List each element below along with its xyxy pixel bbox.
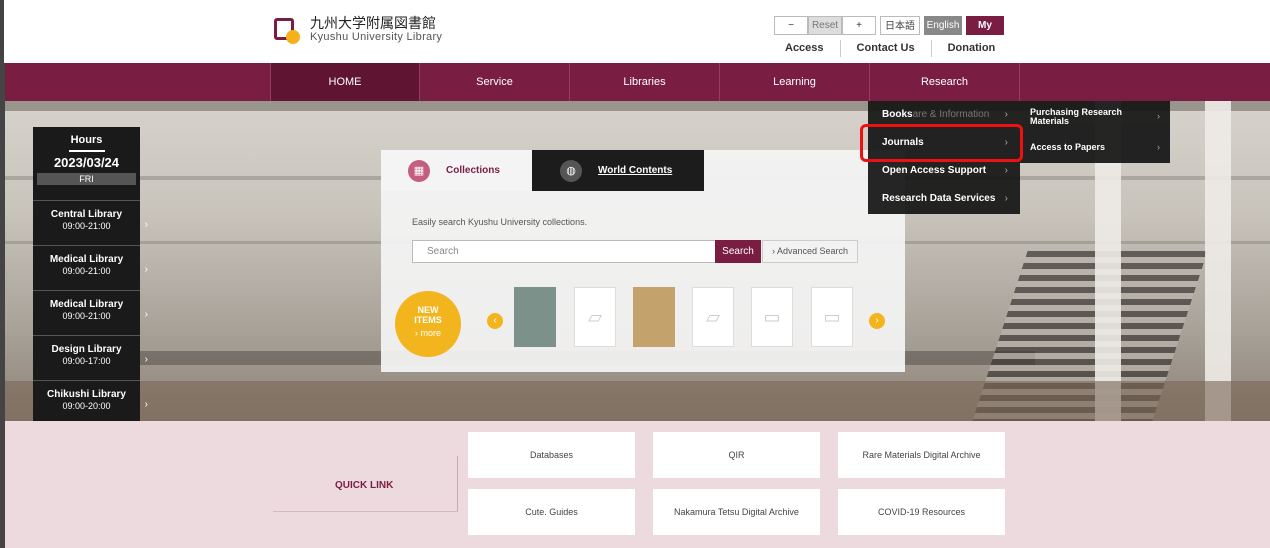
- logo-title-jp: 九州大学附属図書館: [310, 15, 436, 32]
- hours-date: 2023/03/24: [53, 155, 120, 170]
- main-nav: HOME Service Libraries Learning Research: [5, 63, 1270, 101]
- library-hours-medical-2[interactable]: Medical Library 09:00-21:00 ›: [33, 290, 148, 335]
- quick-links-section: QUICK LINK Databases QIR Rare Materials …: [5, 421, 1270, 548]
- collections-search-panel: ▦ Collections ◍ World Contents Easily se…: [381, 150, 905, 372]
- new-items-more-link[interactable]: › more: [395, 328, 461, 338]
- site-header: 九州大学附属図書館 Kyushu University Library − Re…: [0, 0, 1270, 63]
- chevron-right-icon: ›: [1157, 142, 1160, 152]
- book-placeholder-icon[interactable]: ▭: [751, 287, 793, 347]
- quick-link-qir[interactable]: QIR: [653, 432, 820, 478]
- quick-link-rare-materials[interactable]: Rare Materials Digital Archive: [838, 432, 1005, 478]
- logo-mark-icon: [274, 16, 302, 44]
- language-switch: 日本語 English My Page: [880, 16, 1004, 50]
- chevron-right-icon: ›: [1004, 193, 1008, 204]
- mypage-button[interactable]: My Page: [966, 16, 1004, 50]
- site-logo[interactable]: 九州大学附属図書館 Kyushu University Library: [274, 16, 442, 44]
- hours-title: Hours: [70, 134, 103, 146]
- opening-hours-panel: Hours 2023/03/24 FRI Central Library 09:…: [33, 127, 148, 425]
- research-submenu: Purchasing Research Materials › Access t…: [1020, 101, 1170, 163]
- quick-link-title: QUICK LINK: [335, 480, 394, 491]
- collections-icon: ▦: [408, 159, 430, 182]
- book-placeholder-icon[interactable]: ▭: [811, 287, 853, 347]
- book-placeholder-icon[interactable]: ▱: [692, 287, 734, 347]
- chevron-right-icon: ›: [144, 219, 148, 230]
- tab-collections[interactable]: ▦ Collections: [381, 150, 532, 191]
- logo-title-en: Kyushu University Library: [310, 30, 443, 43]
- library-hours-central[interactable]: Central Library 09:00-21:00 ›: [33, 200, 148, 245]
- chevron-right-icon: ›: [144, 264, 148, 275]
- new-items-badge[interactable]: NEW ITEMS › more: [395, 291, 461, 357]
- donation-link[interactable]: Donation: [932, 40, 1012, 57]
- text-size-reset-button[interactable]: Reset: [808, 16, 842, 35]
- menu-item-research-data[interactable]: Research Data Services ›: [868, 185, 1020, 213]
- journals-highlight-box: [860, 124, 1023, 162]
- nav-service[interactable]: Service: [420, 63, 570, 101]
- contact-us-link[interactable]: Contact Us: [841, 40, 932, 57]
- submenu-access-to-papers[interactable]: Access to Papers ›: [1020, 132, 1170, 163]
- collection-search-input[interactable]: Search: [412, 240, 746, 263]
- search-button[interactable]: Search: [715, 240, 761, 263]
- chevron-right-icon: ›: [144, 354, 148, 365]
- nav-home[interactable]: HOME: [270, 63, 420, 101]
- access-link[interactable]: Access: [769, 40, 841, 57]
- text-size-decrease-button[interactable]: −: [774, 16, 808, 35]
- carousel-prev-icon[interactable]: ‹: [487, 313, 503, 329]
- quick-link-databases[interactable]: Databases: [468, 432, 635, 478]
- quick-link-cute-guides[interactable]: Cute. Guides: [468, 489, 635, 535]
- globe-icon: ◍: [560, 159, 582, 182]
- submenu-purchasing[interactable]: Purchasing Research Materials ›: [1020, 101, 1170, 132]
- utility-links: Access Contact Us Donation: [769, 40, 1011, 57]
- hours-day: FRI: [37, 173, 136, 185]
- new-item-cover[interactable]: [633, 287, 675, 347]
- lang-english-button[interactable]: English: [924, 16, 962, 35]
- tab-world-contents[interactable]: ◍ World Contents: [532, 150, 704, 191]
- library-hours-design[interactable]: Design Library 09:00-17:00 ›: [33, 335, 148, 380]
- nav-learning[interactable]: Learning: [720, 63, 870, 101]
- advanced-search-link[interactable]: › Advanced Search: [762, 240, 858, 263]
- chevron-right-icon: ›: [1157, 111, 1160, 121]
- book-placeholder-icon[interactable]: ▱: [574, 287, 616, 347]
- carousel-next-icon[interactable]: ›: [869, 313, 885, 329]
- library-hours-chikushi[interactable]: Chikushi Library 09:00-20:00 ›: [33, 380, 148, 425]
- quick-link-nakamura-tetsu[interactable]: Nakamura Tetsu Digital Archive: [653, 489, 820, 535]
- chevron-right-icon: ›: [144, 399, 148, 410]
- new-item-cover[interactable]: [514, 287, 556, 347]
- text-size-increase-button[interactable]: +: [842, 16, 876, 35]
- library-hours-medical[interactable]: Medical Library 09:00-21:00 ›: [33, 245, 148, 290]
- collections-description: Easily search Kyushu University collecti…: [412, 217, 588, 227]
- nav-libraries[interactable]: Libraries: [570, 63, 720, 101]
- quick-link-covid19[interactable]: COVID-19 Resources: [838, 489, 1005, 535]
- text-size-controls: − Reset +: [774, 16, 876, 35]
- nav-research[interactable]: Research: [870, 63, 1020, 101]
- lang-japanese-button[interactable]: 日本語: [880, 16, 920, 35]
- chevron-right-icon: ›: [144, 309, 148, 320]
